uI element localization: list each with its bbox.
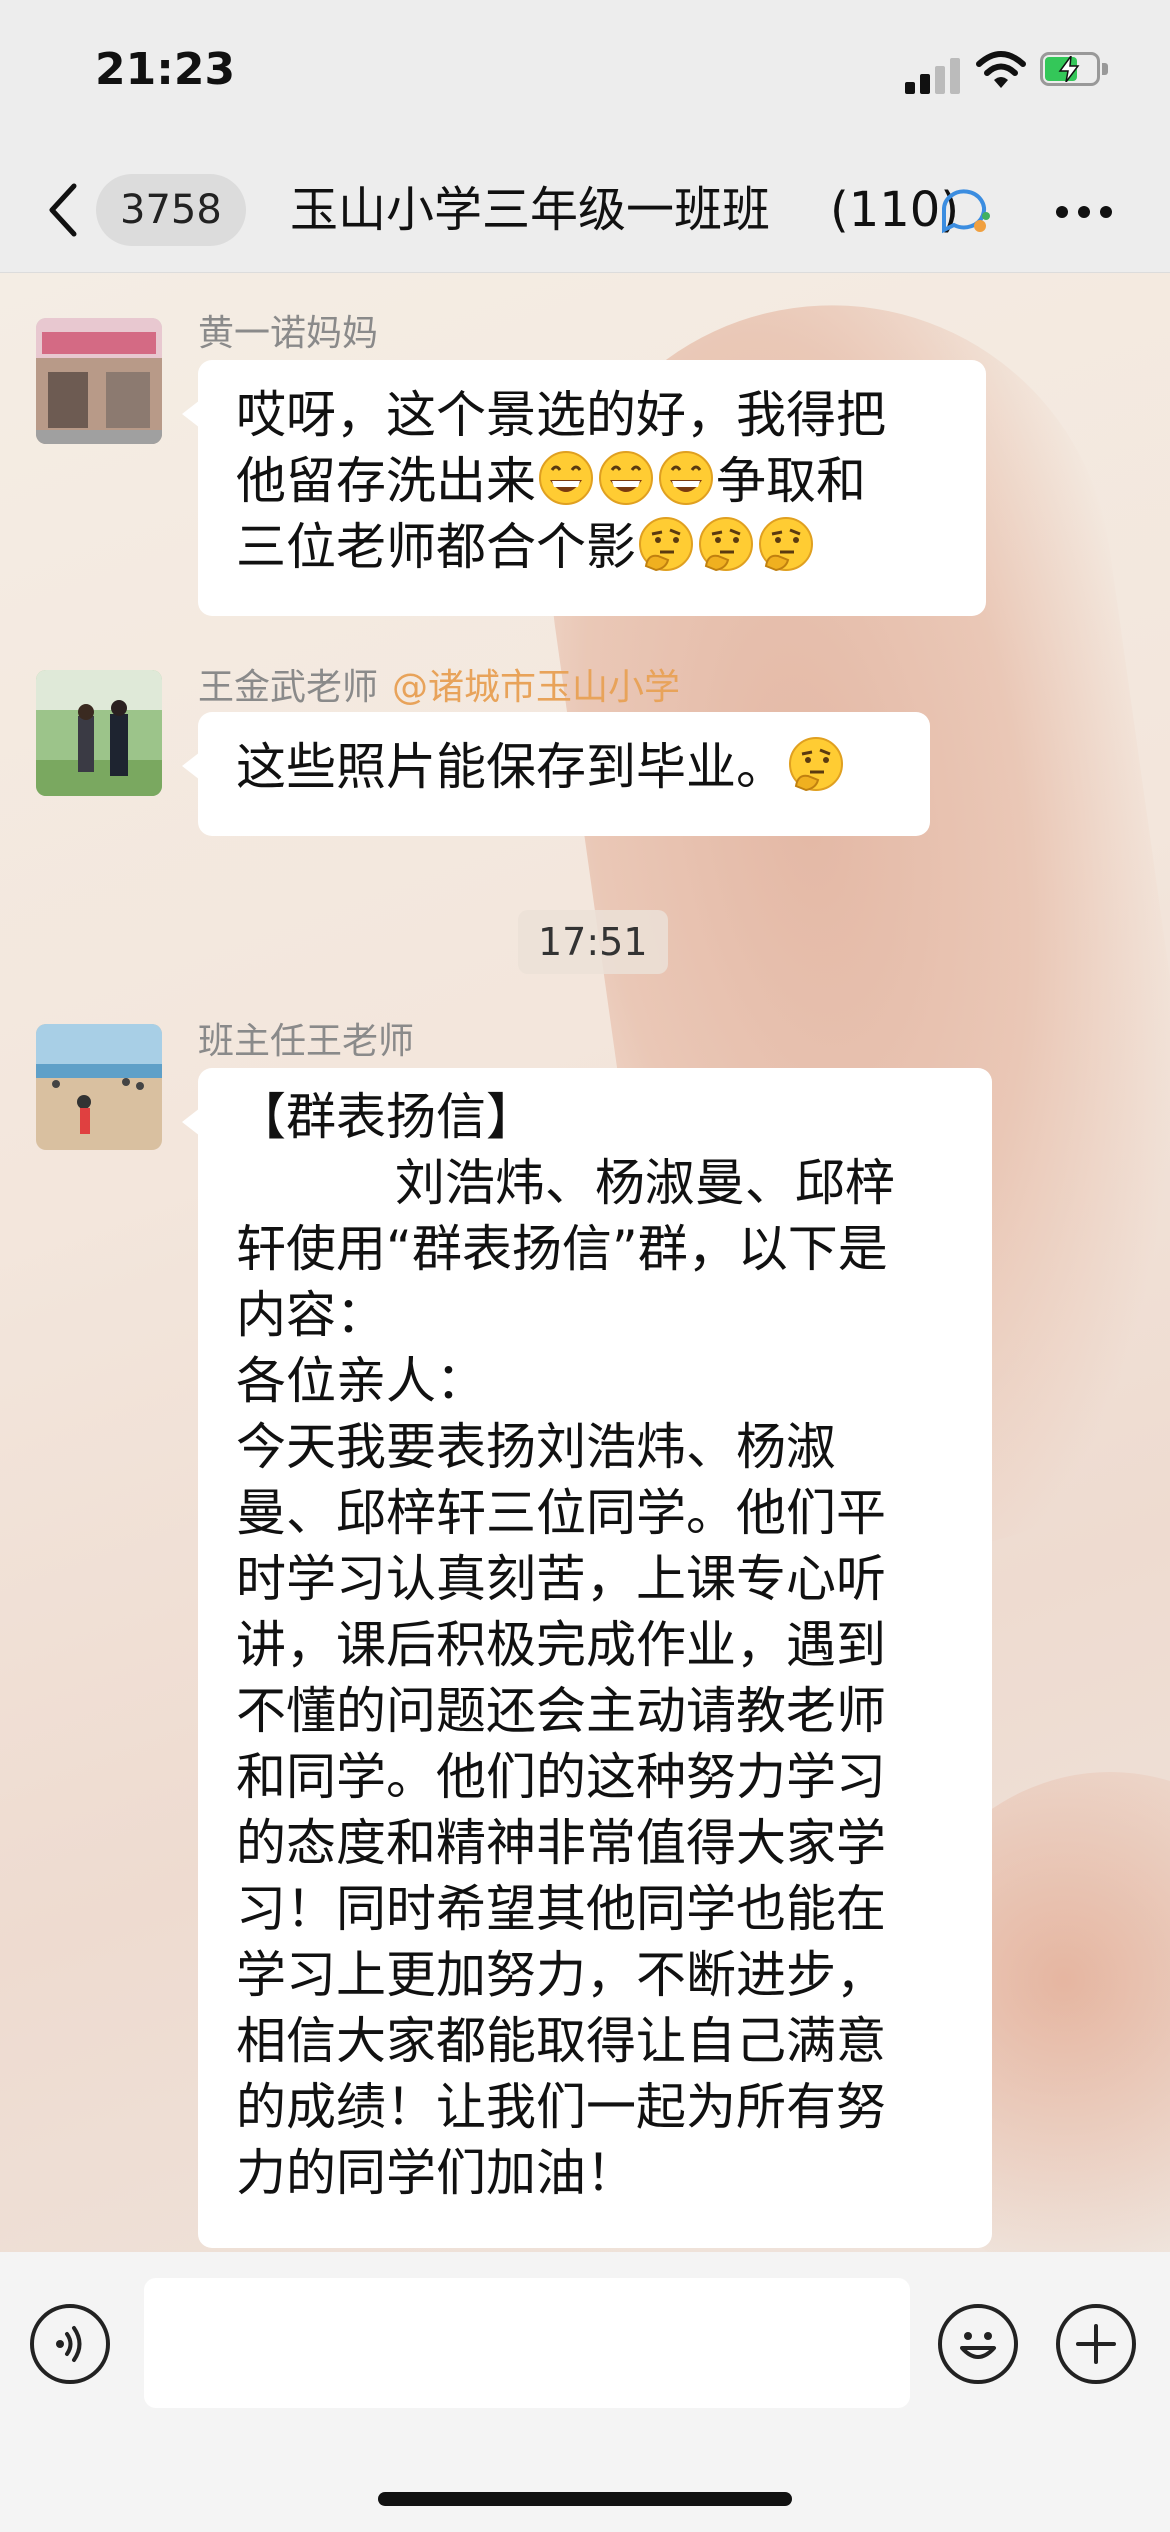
voice-icon xyxy=(56,2326,82,2362)
plus-icon xyxy=(1076,2324,1116,2364)
group-chat-icon[interactable] xyxy=(938,186,992,236)
message-input[interactable] xyxy=(144,2278,910,2408)
message-text: 讲，课后积极完成作业，遇到 xyxy=(236,1616,886,1674)
message-text: 这些照片能保存到毕业。 xyxy=(236,738,786,796)
grinning-face-icon xyxy=(659,451,713,505)
message-text: 的态度和精神非常值得大家学 xyxy=(236,1814,886,1872)
sender-name: 王金武老师 @诸城市玉山小学 xyxy=(198,667,681,708)
chat-header: 3758 玉山小学三年级一班班 (110) xyxy=(0,150,1170,273)
message-text: 曼、邱梓轩三位同学。他们平 xyxy=(236,1484,886,1542)
message-text: 不懂的问题还会主动请教老师 xyxy=(236,1682,886,1740)
more-options-icon[interactable] xyxy=(1056,206,1112,218)
message-text: 轩使用“群表扬信”群，以下是 xyxy=(236,1220,888,1278)
more-actions-button[interactable] xyxy=(1056,2304,1136,2384)
message-text: 学习上更加努力，不断进步， xyxy=(236,1946,886,2004)
thinking-face-icon xyxy=(699,517,753,572)
message-text: 时学习认真刻苦，上课专心听 xyxy=(236,1550,886,1608)
message-text: 和同学。他们的这种努力学习 xyxy=(236,1748,886,1806)
thinking-face-icon xyxy=(789,737,843,792)
smiley-icon xyxy=(960,2332,996,2359)
thinking-face-icon xyxy=(759,517,813,572)
message-text: 哎呀，这个景选的好，我得把 xyxy=(236,386,886,444)
group-name: 玉山小学三年级一班班 xyxy=(290,182,771,238)
message-text: 今天我要表扬刘浩炜、杨淑 xyxy=(236,1418,836,1476)
grinning-face-icon xyxy=(539,451,593,505)
message-bubble[interactable]: 这些照片能保存到毕业。 xyxy=(182,712,930,836)
battery-icon xyxy=(1040,52,1110,86)
grinning-face-icon xyxy=(599,451,653,505)
avatar[interactable] xyxy=(36,670,162,796)
chat-title: 玉山小学三年级一班班 (110) xyxy=(290,174,959,246)
message-text: 三位老师都合个影 xyxy=(236,518,636,576)
unread-count-badge[interactable]: 3758 xyxy=(96,174,246,246)
sender-name: 班主任王老师 xyxy=(198,1021,415,1062)
message-bubble[interactable]: 【群表扬信】 刘浩炜、杨淑曼、邱梓 轩使用“群表扬信”群，以下是 内容： 各位亲… xyxy=(182,1068,992,2248)
input-bar xyxy=(0,2252,1170,2532)
avatar[interactable] xyxy=(36,1024,162,1150)
message-text: 的成绩！让我们一起为所有努 xyxy=(236,2078,886,2136)
sender-mention-tag: @诸城市玉山小学 xyxy=(392,667,681,708)
message-text: 各位亲人： xyxy=(236,1352,486,1410)
sender-name: 黄一诺妈妈 xyxy=(198,313,379,354)
wifi-icon xyxy=(976,51,1026,88)
message-text: 力的同学们加油！ xyxy=(236,2144,636,2202)
message-list[interactable]: 黄一诺妈妈 哎呀，这个景选的好，我得把 他留存洗出来 争取和 三位老师都合个影 王… xyxy=(0,272,1170,2252)
thinking-face-icon xyxy=(639,517,693,572)
message-text: 内容： xyxy=(236,1286,386,1344)
status-bar: 21:23 xyxy=(0,0,1170,150)
home-indicator[interactable] xyxy=(378,2492,792,2506)
message-text: 他留存洗出来 xyxy=(236,452,536,510)
message-text: 刘浩炜、杨淑曼、邱梓 xyxy=(236,1154,895,1212)
message-text: 争取和 xyxy=(716,452,866,510)
cellular-signal-icon xyxy=(905,54,965,94)
voice-input-button[interactable] xyxy=(30,2304,110,2384)
timestamp: 17:51 xyxy=(518,910,668,974)
message-text: 【群表扬信】 xyxy=(236,1088,536,1146)
avatar[interactable] xyxy=(36,318,162,444)
back-chevron-icon[interactable] xyxy=(44,180,84,240)
emoji-button[interactable] xyxy=(938,2304,1018,2384)
message-bubble[interactable]: 哎呀，这个景选的好，我得把 他留存洗出来 争取和 三位老师都合个影 xyxy=(182,360,986,616)
message-text: 相信大家都能取得让自己满意 xyxy=(236,2012,886,2070)
message-text: 习！同时希望其他同学也能在 xyxy=(236,1880,886,1938)
status-time: 21:23 xyxy=(95,44,236,95)
